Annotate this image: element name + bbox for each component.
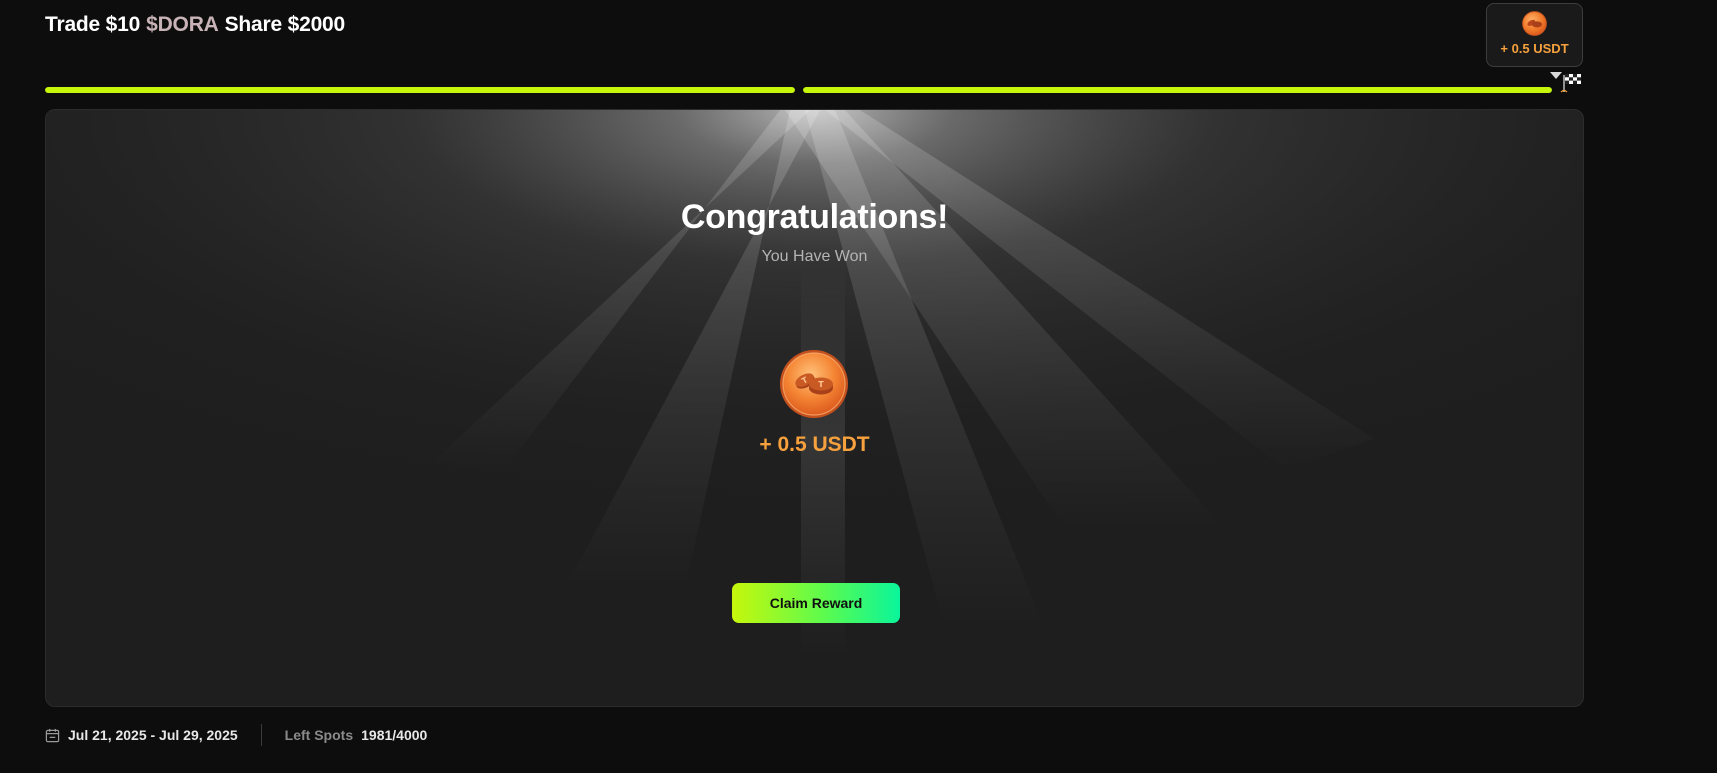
page: Trade $10 $DORA Share $2000 + 0.5 USDT C… <box>0 0 1717 773</box>
badge-reward-text: + 0.5 USDT <box>1500 41 1569 56</box>
page-title: Trade $10 $DORA Share $2000 <box>45 13 345 37</box>
usdt-coin-icon <box>1522 11 1547 36</box>
campaign-date-range: Jul 21, 2025 - Jul 29, 2025 <box>68 727 238 743</box>
claim-reward-button[interactable]: Claim Reward <box>732 583 900 623</box>
won-amount: + 0.5 USDT <box>759 433 870 456</box>
campaign-info: Jul 21, 2025 - Jul 29, 2025 Left Spots 1… <box>45 723 427 747</box>
progress-fill-2 <box>803 87 1552 93</box>
svg-text:T: T <box>818 380 824 389</box>
reward-badge: + 0.5 USDT <box>1486 3 1583 67</box>
title-token: $DORA <box>146 13 219 36</box>
reward-panel: Congratulations! You Have Won T T + 0.5 … <box>45 109 1584 707</box>
calendar-icon <box>45 728 60 742</box>
congratulations-heading: Congratulations! <box>680 198 949 236</box>
usdt-coin-icon: T T <box>780 350 848 418</box>
progress-fill-1 <box>45 87 795 93</box>
footer-divider <box>260 724 262 746</box>
title-suffix: Share $2000 <box>224 13 346 36</box>
won-subheading: You Have Won <box>761 248 868 265</box>
progress-segment-2 <box>803 87 1552 93</box>
checkered-flag-icon <box>1560 74 1581 93</box>
left-spots-label: Left Spots <box>284 727 354 743</box>
left-spots-value: 1981/4000 <box>361 727 428 743</box>
progress-segment-1 <box>45 87 795 93</box>
title-prefix: Trade $10 <box>45 13 141 36</box>
